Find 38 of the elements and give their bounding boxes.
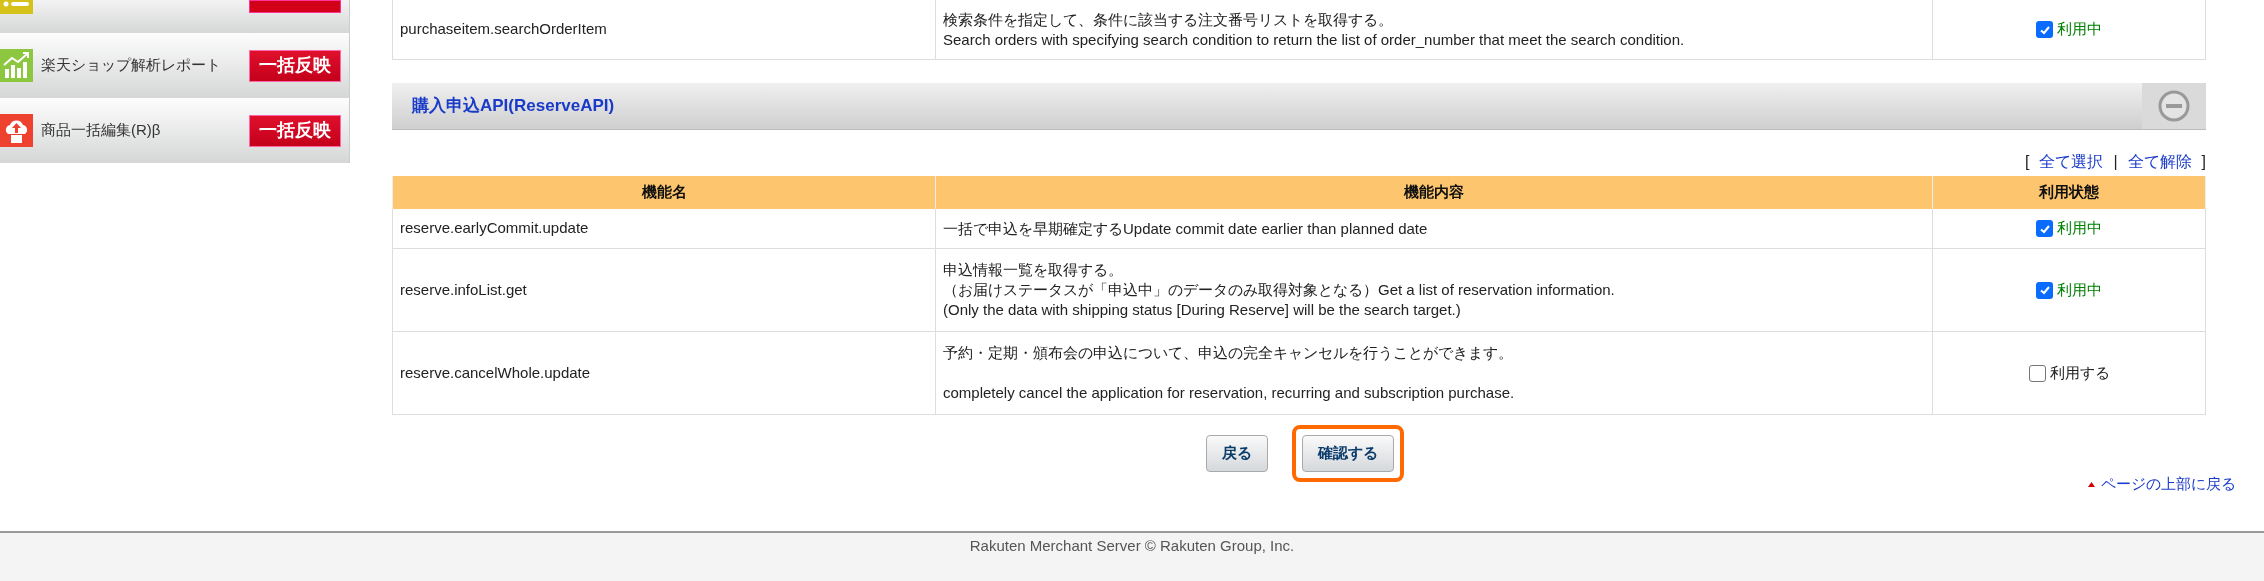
- cloud-upload-icon: [0, 114, 33, 147]
- bar-chart-icon: [0, 49, 33, 82]
- function-name: reserve.infoList.get: [400, 279, 527, 300]
- status-label: 利用する: [2049, 362, 2110, 383]
- bracket: [: [2024, 152, 2030, 172]
- status-label: 利用中: [2057, 218, 2102, 239]
- card-icon: [0, 0, 33, 14]
- page-top-link[interactable]: ページの上部に戻る: [2101, 473, 2236, 496]
- function-name: reserve.cancelWhole.update: [400, 362, 591, 383]
- checkbox[interactable]: [2036, 220, 2053, 237]
- function-description: 予約・定期・頒布会の申込について、申込の完全キャンセルを行うことができます。 completely cancel the application for reservation, recurring and subscription purchase.: [943, 343, 1515, 403]
- form-button[interactable]: 確認する: [1302, 435, 1394, 472]
- clear-all-link[interactable]: 全て解除: [2127, 150, 2192, 174]
- checkmark-icon: [2038, 284, 2051, 296]
- form-button[interactable]: 戻る: [1206, 435, 1268, 472]
- sidebar-item-label: 商品一括編集(R)β: [41, 120, 162, 141]
- function-description: 申込情報一覧を取得する。 （お届けステータスが「申込中」のデータのみ取得対象となる）Get a list of reservation information. (Only the data with shipping status [During Reserve] will be the search target.): [943, 260, 1615, 320]
- sidebar-item[interactable]: [0, 0, 350, 33]
- bracket: ]: [2201, 152, 2206, 172]
- status-label: 利用中: [2057, 19, 2102, 40]
- copyright-text: Rakuten Merchant Server © Rakuten Group, Inc.: [969, 536, 1295, 556]
- function-description: 検索条件を指定して、条件に該当する注文番号リストを取得する。 Search orders with specifying search condition to return the list of order_number that meet the search condition.: [943, 9, 1685, 50]
- status-label: 利用中: [2057, 279, 2102, 300]
- function-name: reserve.earlyCommit.update: [400, 218, 589, 239]
- function-name: purchaseitem.searchOrderItem: [400, 19, 607, 40]
- sidebar-item[interactable]: 楽天ショップ解析レポート 一括反映: [0, 33, 350, 98]
- apply-button[interactable]: 一括反映: [249, 114, 341, 147]
- section-title: 購入申込API(ReserveAPI): [412, 95, 615, 118]
- apply-button[interactable]: 一括反映: [249, 49, 341, 82]
- sidebar-item-label: 楽天ショップ解析レポート: [41, 55, 222, 76]
- select-all-link[interactable]: 全て選択: [2039, 150, 2104, 174]
- function-description: 一括で申込を早期確定するUpdate commit date earlier than planned date: [943, 218, 1428, 239]
- checkbox[interactable]: [2036, 281, 2053, 299]
- checkbox[interactable]: [2036, 21, 2053, 38]
- sidebar-item[interactable]: 商品一括編集(R)β 一括反映: [0, 98, 350, 163]
- up-triangle-icon: [2088, 481, 2095, 487]
- separator: |: [2113, 152, 2118, 172]
- checkbox[interactable]: [2028, 364, 2046, 382]
